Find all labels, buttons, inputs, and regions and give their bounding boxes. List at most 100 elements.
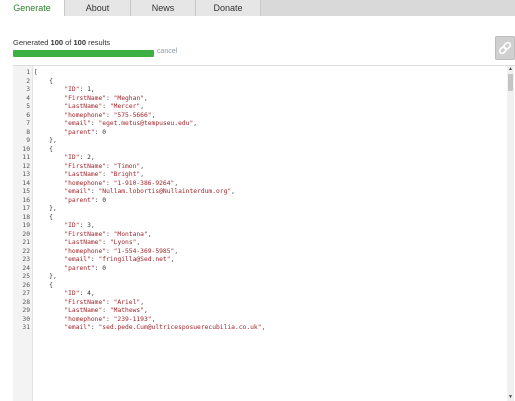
code-text: "email": "fringilla@Sed.net", bbox=[64, 256, 175, 263]
code-text: "LastName": "Mathews", bbox=[64, 307, 148, 314]
scroll-up-icon[interactable]: ▲ bbox=[507, 66, 514, 73]
code-line: 16 "parent": 0 bbox=[13, 197, 508, 206]
code-text: "LastName": "Mercer", bbox=[64, 103, 144, 110]
line-number: 4 bbox=[26, 94, 30, 102]
line-number: 1 bbox=[26, 69, 30, 76]
line-number: 9 bbox=[26, 137, 30, 144]
code-line: 7 "email": "eget.metus@tempuseu.edu", bbox=[13, 120, 508, 129]
tab-news[interactable]: News bbox=[131, 0, 196, 16]
code-text: "email": "sed.pede.Cum@ultricesposuerecu… bbox=[64, 324, 266, 331]
scrollbar-thumb[interactable] bbox=[508, 74, 513, 91]
code-text: "FirstName": "Montana", bbox=[64, 230, 152, 238]
line-number: 30 bbox=[22, 315, 30, 323]
line-number: 13 bbox=[22, 171, 30, 178]
tab-about[interactable]: About bbox=[65, 0, 131, 16]
code-line: 10 { bbox=[13, 146, 508, 155]
code-text: }, bbox=[34, 205, 57, 212]
code-line: 27 "ID": 4, bbox=[13, 290, 508, 299]
code-line: 4 "FirstName": "Meghan", bbox=[13, 95, 508, 104]
code-text: }, bbox=[34, 273, 57, 280]
status-middle: of bbox=[63, 38, 74, 47]
code-text: { bbox=[34, 145, 53, 153]
code-line: 26 { bbox=[13, 282, 508, 291]
code-line: 21 "LastName": "Lyons", bbox=[13, 239, 508, 248]
code-line: 31 "email": "sed.pede.Cum@ultricesposuer… bbox=[13, 324, 508, 333]
line-number: 22 bbox=[22, 247, 30, 255]
line-number: 3 bbox=[26, 86, 30, 93]
code-text: [ bbox=[34, 69, 38, 76]
line-number: 17 bbox=[22, 205, 30, 212]
code-line: 14 "homephone": "1-910-386-9264", bbox=[13, 180, 508, 189]
line-number: 10 bbox=[22, 145, 30, 153]
line-number: 28 bbox=[22, 298, 30, 306]
code-line: 6 "homephone": "575-5666", bbox=[13, 112, 508, 121]
code-line: 9 }, bbox=[13, 137, 508, 146]
json-output-editor[interactable]: 1[2 {3 "ID": 1, 4 "FirstName": "Meghan", 5… bbox=[13, 65, 515, 401]
code-line: 3 "ID": 1, bbox=[13, 86, 508, 95]
code-line: 18 { bbox=[13, 214, 508, 223]
code-line: 15 "email": "Nullam.lobortis@Nullainterd… bbox=[13, 188, 508, 197]
code-text: "LastName": "Lyons", bbox=[64, 239, 141, 246]
tab-donate[interactable]: Donate bbox=[196, 0, 261, 16]
code-text: { bbox=[34, 213, 53, 221]
status-count: 100 bbox=[50, 38, 64, 47]
code-text: "LastName": "Bright", bbox=[64, 171, 144, 178]
line-number: 31 bbox=[22, 324, 30, 331]
line-number: 2 bbox=[26, 77, 30, 85]
line-number: 6 bbox=[26, 111, 30, 119]
link-icon bbox=[498, 41, 512, 55]
code-text: "ID": 1, bbox=[64, 86, 95, 93]
code-text: "FirstName": "Meghan", bbox=[64, 94, 148, 102]
code-line: 17 }, bbox=[13, 205, 508, 214]
line-number: 26 bbox=[22, 281, 30, 289]
code-text: "ID": 2, bbox=[64, 154, 95, 161]
code-line: 11 "ID": 2, bbox=[13, 154, 508, 163]
code-text: "ID": 4, bbox=[64, 290, 95, 297]
code-text: }, bbox=[34, 137, 57, 144]
code-text: "ID": 3, bbox=[64, 222, 95, 229]
status-suffix: results bbox=[86, 38, 111, 47]
link-button[interactable] bbox=[495, 36, 515, 60]
code-line: 2 { bbox=[13, 78, 508, 87]
code-text: "parent": 0 bbox=[64, 196, 107, 204]
code-line: 23 "email": "fringilla@Sed.net", bbox=[13, 256, 508, 265]
code-text: "FirstName": "Ariel", bbox=[64, 298, 144, 306]
code-text: "homephone": "1-910-386-9264", bbox=[64, 179, 179, 187]
line-number: 24 bbox=[22, 264, 30, 272]
progress-bar bbox=[13, 50, 154, 57]
code-text: "homephone": "575-5666", bbox=[64, 111, 156, 119]
line-number: 7 bbox=[26, 120, 30, 127]
tab-generate[interactable]: Generate bbox=[0, 0, 65, 16]
line-number: 23 bbox=[22, 256, 30, 263]
code-line: 5 "LastName": "Mercer", bbox=[13, 103, 508, 112]
code-text: { bbox=[34, 77, 53, 85]
code-line: 29 "LastName": "Mathews", bbox=[13, 307, 508, 316]
code-text: { bbox=[34, 281, 53, 289]
line-number: 21 bbox=[22, 239, 30, 246]
line-number: 29 bbox=[22, 307, 30, 314]
code-text: "parent": 0 bbox=[64, 128, 107, 136]
line-number: 25 bbox=[22, 273, 30, 280]
line-number: 5 bbox=[26, 103, 30, 110]
generation-status: Generated 100 of 100 results bbox=[13, 38, 110, 47]
line-number: 11 bbox=[22, 154, 30, 161]
code-text: "email": "eget.metus@tempuseu.edu", bbox=[64, 120, 198, 127]
vertical-scrollbar[interactable]: ▲ ▼ bbox=[507, 66, 514, 401]
cancel-link[interactable]: cancel bbox=[157, 48, 177, 55]
line-number: 12 bbox=[22, 162, 30, 170]
code-line: 24 "parent": 0 bbox=[13, 265, 508, 274]
code-text: "FirstName": "Timon", bbox=[64, 162, 144, 170]
code-line: 8 "parent": 0 bbox=[13, 129, 508, 138]
line-number: 27 bbox=[22, 290, 30, 297]
code-text: "email": "Nullam.lobortis@Nullainterdum.… bbox=[64, 188, 235, 195]
code-line: 19 "ID": 3, bbox=[13, 222, 508, 231]
status-prefix: Generated bbox=[13, 38, 51, 47]
code-text: "parent": 0 bbox=[64, 264, 107, 272]
code-line: 1[ bbox=[13, 69, 508, 78]
code-line: 22 "homephone": "1-554-369-5985", bbox=[13, 248, 508, 257]
code-line: 30 "homephone": "239-1193", bbox=[13, 316, 508, 325]
code-line: 20 "FirstName": "Montana", bbox=[13, 231, 508, 240]
code-line: 28 "FirstName": "Ariel", bbox=[13, 299, 508, 308]
line-number: 16 bbox=[22, 196, 30, 204]
line-number: 19 bbox=[22, 222, 30, 229]
